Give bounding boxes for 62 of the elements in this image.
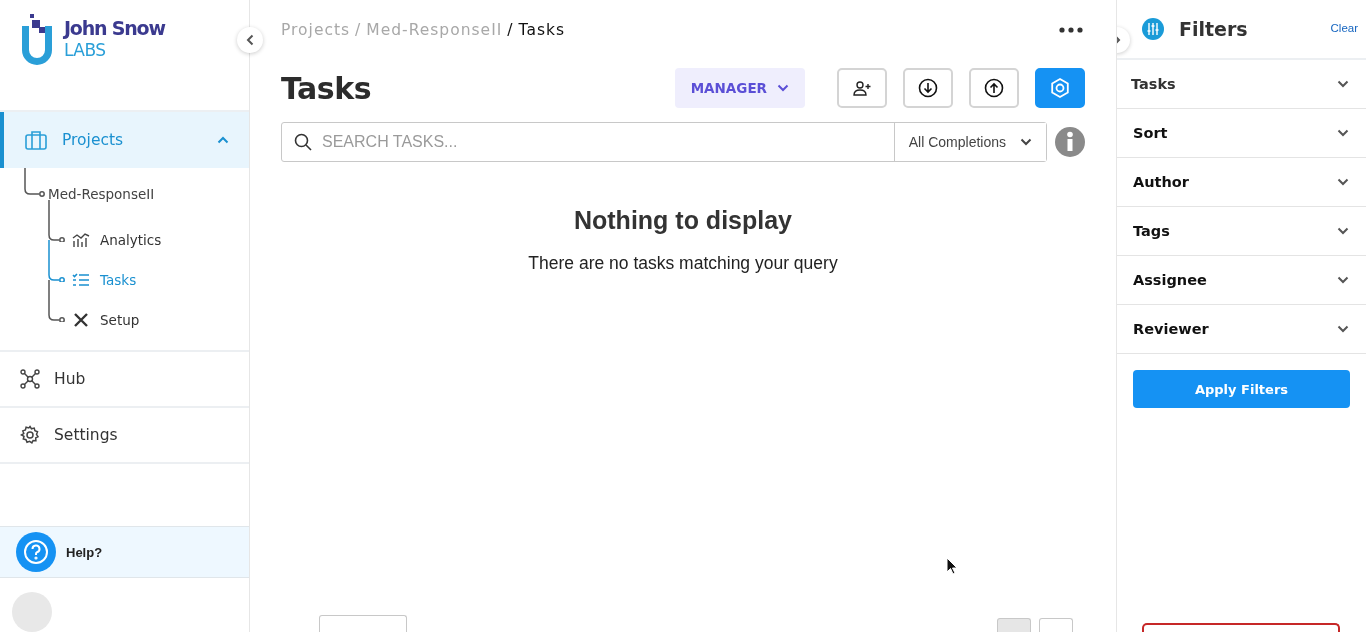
nav-item[interactable]: Hub — [0, 352, 249, 408]
filter-section-header[interactable]: Assignee — [1117, 256, 1366, 305]
empty-state-title: Nothing to display — [572, 206, 793, 235]
chevron-down-icon — [1337, 276, 1349, 284]
network-icon — [20, 369, 40, 389]
sliders-icon — [1142, 18, 1164, 40]
download-icon — [918, 78, 938, 98]
add-user-icon — [852, 80, 872, 96]
completions-dropdown[interactable]: All Completions — [893, 123, 1046, 161]
chevron-down-icon — [1337, 178, 1349, 186]
tree-connector — [48, 240, 66, 282]
logo-name: John Snow — [64, 18, 165, 40]
collapse-sidebar-button[interactable] — [237, 27, 263, 53]
page-title: Tasks — [281, 70, 372, 106]
role-dropdown[interactable]: MANAGER — [674, 68, 805, 108]
settings-icon — [1049, 77, 1071, 99]
info-icon[interactable] — [1055, 127, 1085, 157]
chevron-down-icon — [1020, 138, 1032, 146]
help-button[interactable]: Help? — [0, 526, 249, 578]
chevron-down-icon — [777, 84, 789, 92]
search-icon — [294, 133, 312, 151]
settings-icon — [20, 425, 40, 445]
question-icon — [23, 539, 49, 565]
breadcrumb-separator: / — [355, 21, 362, 39]
filter-section-header[interactable]: Sort — [1117, 109, 1366, 158]
chevron-down-icon — [1337, 227, 1349, 235]
empty-state-message: There are no tasks matching your query — [527, 253, 839, 274]
checklist-icon — [72, 273, 90, 287]
mouse-cursor-icon — [946, 557, 958, 575]
tree-connector — [48, 280, 66, 322]
tools-icon — [72, 311, 90, 329]
settings-button[interactable] — [1035, 68, 1085, 108]
nav-item[interactable]: Settings — [0, 408, 249, 464]
upload-button[interactable] — [969, 68, 1019, 108]
filter-section-header[interactable]: Reviewer — [1117, 305, 1366, 354]
filter-section-header[interactable]: Author — [1117, 158, 1366, 207]
bar-chart-icon — [72, 232, 90, 248]
nav-sub-item[interactable]: Setup — [72, 311, 140, 329]
chevron-left-icon — [246, 34, 254, 46]
breadcrumb-item: Tasks — [518, 21, 566, 39]
logo-subtitle: LABS — [64, 39, 107, 60]
add-user-button[interactable] — [837, 68, 887, 108]
page-size-field[interactable] — [319, 615, 407, 632]
breadcrumb-separator: / — [507, 21, 514, 39]
chevron-down-icon — [1337, 325, 1349, 333]
chevron-down-icon — [1337, 80, 1349, 88]
logo-icon — [20, 14, 54, 68]
tree-connector — [48, 200, 66, 242]
delete-button[interactable] — [1142, 623, 1340, 632]
nav-sub-item[interactable]: Analytics — [72, 232, 162, 248]
download-button[interactable] — [903, 68, 953, 108]
search-field[interactable]: SEARCH TASKS... All Completions — [281, 122, 1047, 162]
briefcase-icon — [24, 130, 48, 150]
project-link[interactable]: Med-ResponseII — [48, 186, 155, 202]
clear-link[interactable]: Clear — [1330, 22, 1358, 34]
filter-section-header[interactable]: Tasks — [1117, 60, 1366, 109]
filter-section-header[interactable]: Tags — [1117, 207, 1366, 256]
chevron-down-icon — [1337, 129, 1349, 137]
tree-connector — [24, 168, 46, 198]
filters-title: Filters — [1179, 18, 1249, 40]
nav-sub-item[interactable]: Tasks — [72, 272, 137, 288]
upload-icon — [984, 78, 1004, 98]
